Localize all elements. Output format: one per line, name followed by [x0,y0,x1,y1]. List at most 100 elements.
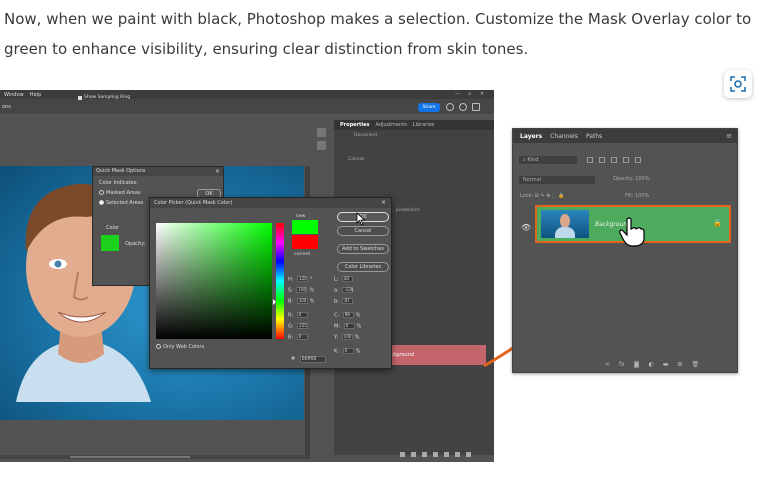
yellow-field[interactable]: Y: 100% [334,334,359,341]
selected-areas-label: Selected Areas [106,200,144,206]
menu-bar: Window Help [0,90,494,99]
fill-control[interactable]: Fill: 100% [625,193,649,199]
only-web-colors-label: Only Web Colors [163,344,205,350]
tab-paths[interactable]: Paths [586,133,602,140]
show-sampling-ring-label: Show Sampling Ring [84,95,131,100]
lab-b-field[interactable]: b: 87 [334,298,355,305]
photoshop-screenshot: Window Help — ▫ ✕ ons Show Sampling Ring… [0,90,494,462]
red-field[interactable]: R: 0 [288,312,310,319]
maximize-icon[interactable]: ▫ [468,91,471,97]
minimize-icon[interactable]: — [455,91,460,97]
black-field[interactable]: K: 0% [334,348,360,355]
layer-thumbnail [541,210,589,238]
trash-icon[interactable] [466,452,471,457]
help-icon[interactable] [459,103,467,111]
folder-icon[interactable] [444,452,449,457]
link-icon[interactable]: ∞ [605,361,610,368]
masked-areas-radio[interactable]: Masked Areas [99,190,143,196]
hand-cursor-icon [619,217,645,247]
document-label: Document [354,133,378,138]
new-layer-icon[interactable]: ⊞ [677,361,682,368]
only-web-colors-checkbox[interactable]: Only Web Colors [156,344,204,350]
fx-icon[interactable]: fx [619,361,625,368]
comment-icon[interactable] [317,141,326,150]
radio-icon [99,190,104,195]
tab-properties[interactable]: Properties [340,122,369,128]
workspace-icon[interactable] [472,103,480,111]
adjustment-icon[interactable]: ◐ [649,361,654,368]
blend-mode-dropdown[interactable]: Normal [518,175,596,185]
close-window-icon[interactable]: ✕ [480,91,484,97]
history-icon[interactable] [317,128,326,137]
show-sampling-ring-checkbox[interactable]: Show Sampling Ring [78,95,130,100]
blue-field[interactable]: B: 0 [288,334,310,341]
hex-value[interactable]: 00ff00 [299,356,326,363]
current-color-swatch [292,235,318,249]
menu-window[interactable]: Window [4,92,24,98]
shape-filter-icon[interactable] [623,157,629,163]
panel-menu-icon[interactable]: ≡ [726,132,732,140]
color-field[interactable] [156,223,272,339]
layers-panel: Layers Channels Paths ≡ ⌕ Kind Normal Op… [512,128,738,373]
search-icon[interactable] [446,103,454,111]
green-field[interactable]: G: 255 [288,323,310,330]
lab-l-field[interactable]: L: 83 [334,276,355,283]
visibility-eye-icon[interactable]: 👁 [521,223,531,232]
radio-selected-icon [99,200,104,205]
color-label: Color [106,225,120,231]
lock-controls[interactable]: Lock: ⊞ ✎ ✥ ⬚ 🔒 [520,193,565,199]
trash-icon[interactable]: 🗑 [691,361,699,368]
checkbox-icon [156,344,161,349]
smart-object-filter-icon[interactable] [635,157,641,163]
saturation-field[interactable]: S: 100% [288,287,314,294]
close-icon[interactable]: × [381,199,386,206]
current-color-label: current [294,252,311,257]
visual-search-button[interactable] [724,70,752,98]
opacity-control[interactable]: Opacity: 100% [613,176,649,182]
layer-kind-filter[interactable]: ⌕ Kind [518,155,578,165]
share-button[interactable]: Share [418,103,440,112]
tab-layers[interactable]: Layers [520,133,542,140]
magenta-field[interactable]: M: 0% [334,323,361,330]
hue-slider-marker[interactable] [273,299,276,305]
hex-field[interactable]: # 00ff00 [291,356,326,363]
color-libraries-button[interactable]: Color Libraries [337,262,389,272]
lens-icon [730,76,746,92]
mask-color-swatch[interactable] [101,235,119,251]
brightness-field[interactable]: B: 100% [288,298,314,305]
add-to-swatches-button[interactable]: Add to Swatches [337,244,389,254]
mask-icon[interactable] [422,452,427,457]
hue-slider[interactable] [276,223,284,339]
quick-mask-title: Quick Mask Options [93,167,223,176]
new-layer-icon[interactable] [455,452,460,457]
close-icon[interactable]: × [215,168,220,175]
horizontal-scrollbar[interactable] [0,455,310,459]
opacity-label: Opacity: [125,241,146,247]
adjustment-filter-icon[interactable] [599,157,605,163]
folder-icon[interactable]: ▬ [663,361,669,368]
layers-actions: ∞ fx ◙ ◐ ▬ ⊞ 🗑 [605,361,699,368]
hue-field[interactable]: H: 120 ° [288,276,313,283]
tab-adjustments[interactable]: Adjustments [375,122,406,128]
color-indicates-label: Color Indicates: [99,180,138,186]
options-dropdown[interactable]: ons [2,104,11,110]
lab-a-field[interactable]: a: -128 [334,287,355,294]
resolution-unit: pixels/inch [396,208,420,213]
checkbox-icon [78,95,82,100]
pointer-cursor-icon [356,212,366,226]
link-icon[interactable] [400,452,405,457]
tab-channels[interactable]: Channels [550,133,578,140]
type-filter-icon[interactable] [611,157,617,163]
color-picker-title: Color Picker (Quick Mask Color) [150,198,391,208]
selected-areas-radio[interactable]: Selected Areas [99,200,143,206]
tab-libraries[interactable]: Libraries [413,122,435,128]
article-paragraph: Now, when we paint with black, Photoshop… [4,10,752,58]
menu-help[interactable]: Help [30,92,41,98]
mask-icon[interactable]: ◙ [634,361,640,368]
cancel-button[interactable]: Cancel [337,226,389,236]
adjustment-icon[interactable] [433,452,438,457]
pixel-filter-icon[interactable] [587,157,593,163]
cyan-field[interactable]: C: 99% [334,312,361,319]
fx-icon[interactable] [411,452,416,457]
layer-actions [400,452,471,457]
